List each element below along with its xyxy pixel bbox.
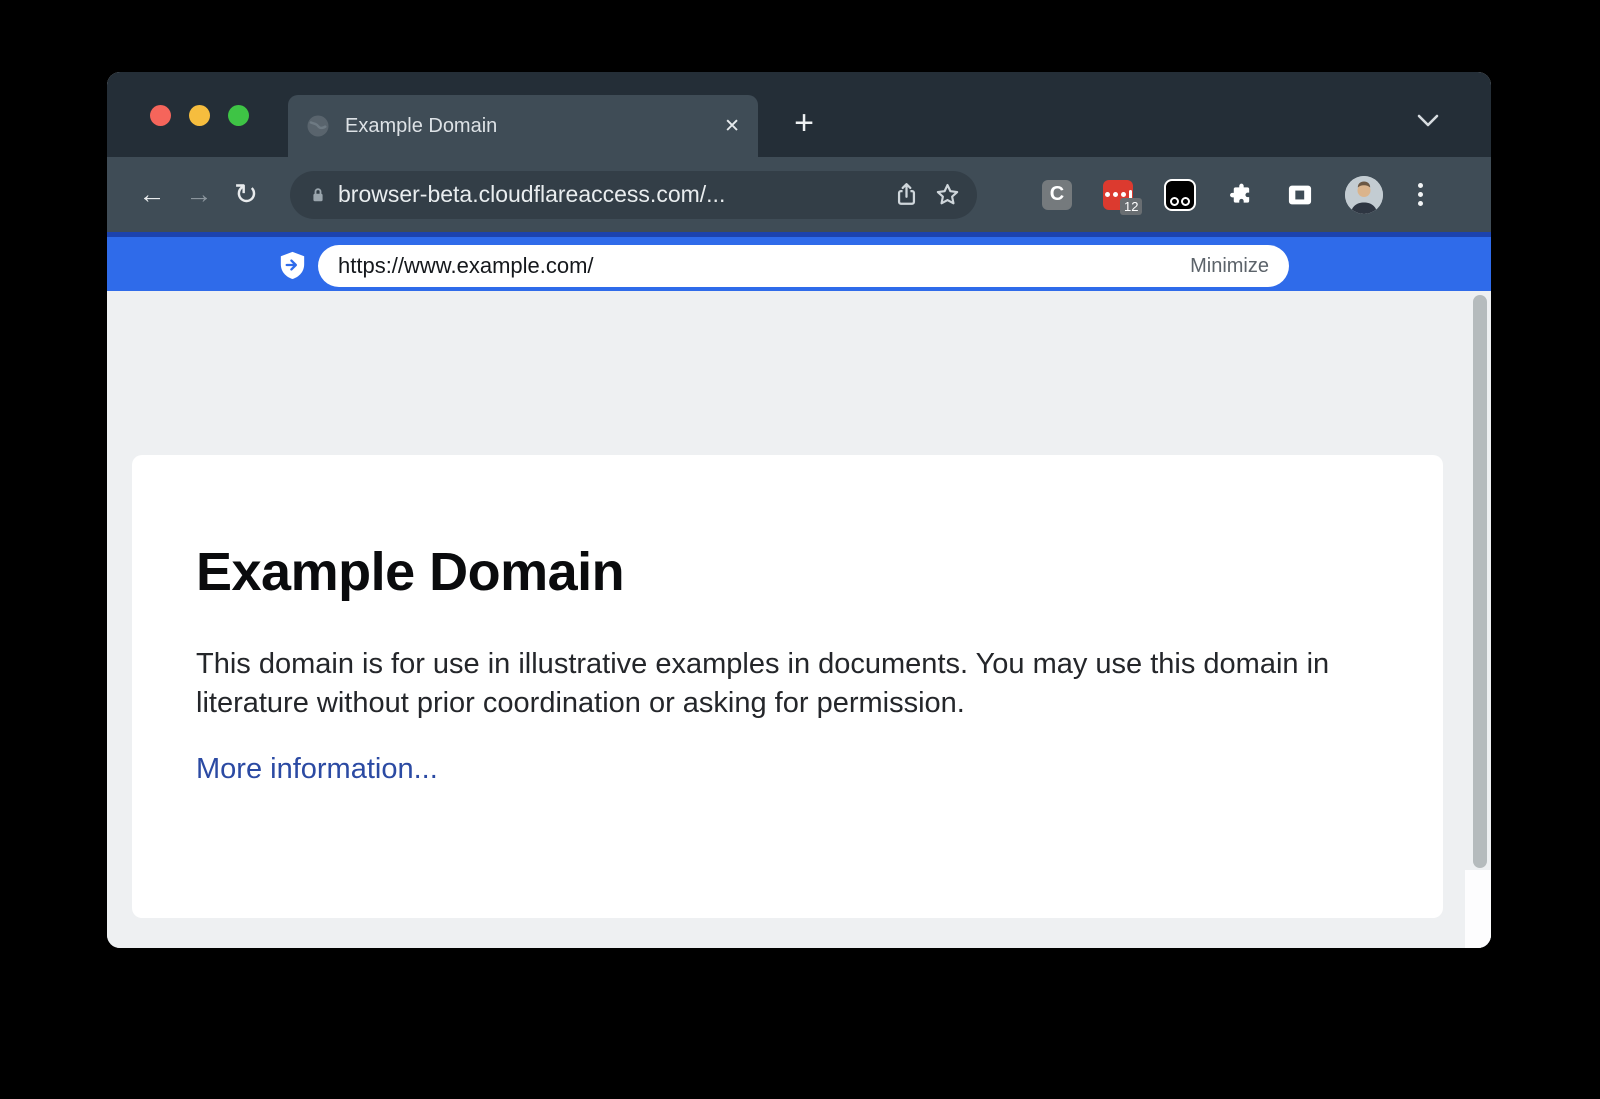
lock-icon — [308, 185, 328, 205]
minimize-window-button[interactable] — [189, 105, 210, 126]
extensions-row: C 12 — [1042, 176, 1427, 214]
extension-badge-count: 12 — [1120, 198, 1142, 215]
scrollbar-gutter — [1465, 870, 1491, 948]
remote-url-input[interactable] — [338, 253, 1178, 279]
forward-button[interactable]: → — [182, 178, 216, 212]
extension-two-circles-icon[interactable] — [1164, 179, 1196, 211]
address-bar[interactable]: browser-beta.cloudflareaccess.com/... — [290, 171, 977, 219]
example-domain-card: Example Domain This domain is for use in… — [132, 455, 1443, 918]
scrollbar-thumb[interactable] — [1473, 295, 1487, 868]
chevron-down-icon[interactable] — [1417, 114, 1439, 127]
globe-favicon — [306, 114, 330, 138]
titlebar: Example Domain ✕ + — [107, 72, 1491, 157]
zoom-window-button[interactable] — [228, 105, 249, 126]
more-information-link[interactable]: More information... — [196, 753, 438, 786]
share-icon[interactable] — [893, 181, 920, 208]
profile-avatar[interactable] — [1345, 176, 1383, 214]
avatar-photo — [1345, 176, 1383, 214]
toolbar: ← → ↻ browser-beta.cloudflareaccess.com/… — [107, 157, 1491, 232]
url-text: browser-beta.cloudflareaccess.com/... — [338, 181, 725, 208]
puzzle-extensions-icon[interactable] — [1227, 181, 1255, 209]
side-panel-icon[interactable] — [1286, 181, 1314, 209]
traffic-lights — [150, 105, 249, 126]
menu-dots-icon[interactable] — [1414, 181, 1427, 208]
shield-icon — [279, 251, 306, 281]
page-title: Example Domain — [196, 541, 1379, 603]
remote-browser-banner: Minimize — [107, 232, 1491, 291]
extension-c-icon[interactable]: C — [1042, 180, 1072, 210]
tab-close-icon[interactable]: ✕ — [724, 117, 740, 136]
back-button[interactable]: ← — [135, 178, 169, 212]
star-icon[interactable] — [934, 181, 961, 208]
minimize-banner-button[interactable]: Minimize — [1190, 255, 1269, 278]
remote-url-pill: Minimize — [318, 245, 1289, 287]
new-tab-button[interactable]: + — [785, 105, 823, 143]
tab-title: Example Domain — [345, 115, 497, 138]
browser-window: Example Domain ✕ + ← → ↻ browser-beta.cl… — [107, 72, 1491, 948]
page-viewport: Example Domain This domain is for use in… — [107, 291, 1491, 948]
reload-button[interactable]: ↻ — [229, 178, 263, 212]
tab-example-domain[interactable]: Example Domain ✕ — [288, 95, 758, 157]
close-window-button[interactable] — [150, 105, 171, 126]
page-paragraph: This domain is for use in illustrative e… — [196, 645, 1331, 723]
extension-red-blocker-icon[interactable]: 12 — [1103, 180, 1133, 210]
